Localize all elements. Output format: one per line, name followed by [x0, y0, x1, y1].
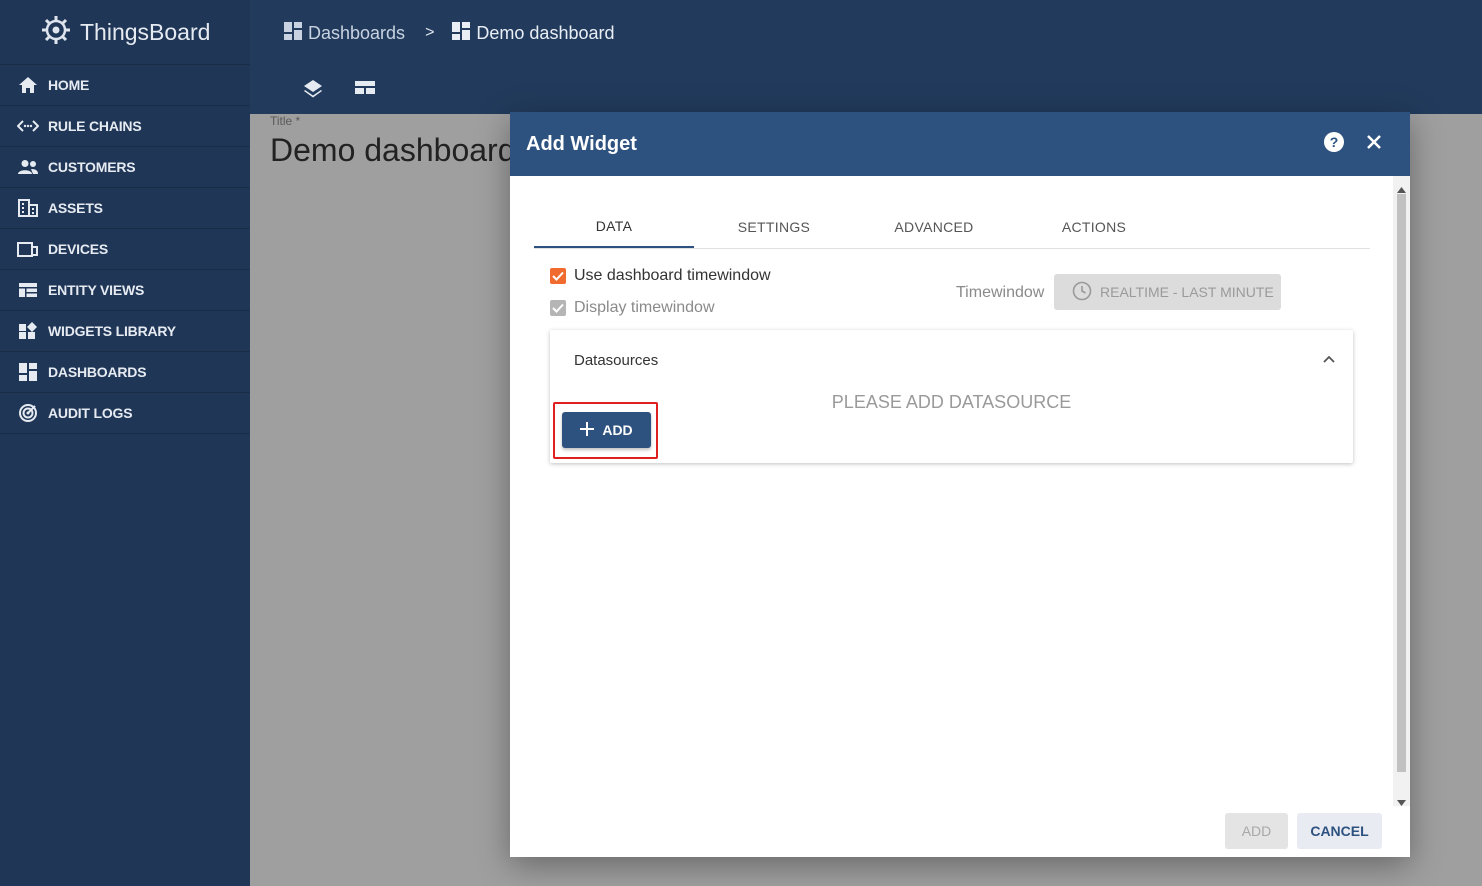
dashboards-icon [17, 361, 39, 383]
dialog-tabs: DATA SETTINGS ADVANCED ACTIONS [534, 206, 1370, 249]
datasources-title: Datasources [574, 352, 659, 369]
dialog-header: Add Widget ? [510, 112, 1410, 176]
display-timewindow-checkbox[interactable] [550, 300, 566, 316]
sidebar-item-label: AUDIT LOGS [48, 405, 133, 421]
plus-icon [580, 421, 595, 439]
use-dashboard-timewindow-label: Use dashboard timewindow [574, 267, 771, 284]
dialog-title: Add Widget [526, 132, 637, 155]
tab-actions[interactable]: ACTIONS [1014, 206, 1174, 248]
app-logo[interactable]: ThingsBoard [0, 0, 250, 65]
title-field-value[interactable]: Demo dashboard [270, 132, 515, 169]
dashboard-toolbar [302, 78, 376, 105]
entity-views-icon [17, 279, 39, 301]
layers-icon[interactable] [302, 78, 324, 105]
rule-chains-icon [17, 115, 39, 137]
close-icon [1366, 134, 1382, 155]
sidebar-item-label: DEVICES [48, 241, 109, 257]
timewindow-button[interactable]: REALTIME - LAST MINUTE [1054, 274, 1281, 310]
sidebar-item-label: ASSETS [48, 200, 103, 216]
tab-data[interactable]: DATA [534, 206, 694, 248]
dashboards-icon [284, 21, 302, 45]
breadcrumb-separator: > [425, 24, 435, 41]
sidebar-item-devices[interactable]: DEVICES [0, 229, 250, 270]
cancel-button[interactable]: CANCEL [1297, 813, 1382, 849]
sidebar-item-dashboards[interactable]: DASHBOARDS [0, 352, 250, 393]
chevron-up-icon [1323, 350, 1335, 367]
sidebar-item-rule-chains[interactable]: RULE CHAINS [0, 106, 250, 147]
home-icon [17, 74, 39, 96]
sidebar-item-label: HOME [48, 77, 90, 93]
sidebar-item-label: CUSTOMERS [48, 159, 136, 175]
datasources-panel: Datasources PLEASE ADD DATASOURCE ADD [550, 330, 1353, 463]
breadcrumb-label: Dashboards [308, 22, 406, 43]
sidebar-item-widgets-library[interactable]: WIDGETS LIBRARY [0, 311, 250, 352]
use-dashboard-timewindow-row[interactable]: Use dashboard timewindow [550, 267, 771, 285]
tab-advanced[interactable]: ADVANCED [854, 206, 1014, 248]
breadcrumb-dashboards[interactable]: Dashboards [284, 21, 406, 45]
clock-icon [1072, 281, 1092, 304]
title-field-label: Title * [270, 114, 301, 128]
scrollbar-thumb[interactable] [1397, 194, 1406, 772]
add-datasource-label: ADD [602, 422, 633, 438]
sidebar-item-label: RULE CHAINS [48, 118, 142, 134]
sidebar-item-label: DASHBOARDS [48, 364, 147, 380]
breadcrumb-demo-dashboard: Demo dashboard [452, 21, 615, 45]
display-timewindow-row[interactable]: Display timewindow [550, 299, 715, 317]
timewindow-value: REALTIME - LAST MINUTE [1100, 284, 1274, 300]
add-widget-button[interactable]: ADD [1225, 813, 1288, 849]
sidebar-item-label: ENTITY VIEWS [48, 282, 145, 298]
sidebar-item-audit-logs[interactable]: AUDIT LOGS [0, 393, 250, 434]
help-icon: ? [1323, 131, 1345, 158]
widgets-library-icon [17, 320, 39, 342]
scroll-down-arrow-icon[interactable] [1397, 793, 1406, 811]
thingsboard-logo-icon [38, 12, 74, 53]
top-bar: Dashboards > Demo dashboard [250, 0, 1482, 114]
sidebar-item-label: WIDGETS LIBRARY [48, 323, 176, 339]
breadcrumb-label: Demo dashboard [476, 22, 615, 43]
empty-datasource-text: PLEASE ADD DATASOURCE [831, 392, 1072, 412]
display-timewindow-label: Display timewindow [574, 299, 715, 316]
sidebar-item-customers[interactable]: CUSTOMERS [0, 147, 250, 188]
sidebar-item-entity-views[interactable]: ENTITY VIEWS [0, 270, 250, 311]
app-name: ThingsBoard [80, 18, 211, 45]
help-button[interactable]: ? [1314, 124, 1354, 164]
assets-icon [17, 197, 39, 219]
tab-settings[interactable]: SETTINGS [694, 206, 854, 248]
svg-text:?: ? [1330, 134, 1339, 150]
close-button[interactable] [1354, 124, 1394, 164]
sidebar-item-home[interactable]: HOME [0, 65, 250, 106]
layout-icon[interactable] [354, 78, 376, 105]
dashboards-icon [452, 21, 471, 45]
collapse-button[interactable] [1323, 350, 1335, 368]
sidebar: ThingsBoard HOME RULE CHAINS CUSTOMERS A… [0, 0, 250, 886]
devices-icon [17, 238, 39, 260]
timewindow-label: Timewindow [956, 284, 1045, 301]
empty-datasource-message: PLEASE ADD DATASOURCE [550, 392, 1353, 413]
add-widget-dialog: Add Widget ? DATA SETTINGS ADVANCED ACTI… [510, 112, 1410, 857]
audit-logs-icon [17, 402, 39, 424]
dialog-scrollbar[interactable] [1393, 176, 1410, 806]
customers-icon [17, 156, 39, 178]
add-datasource-button[interactable]: ADD [562, 412, 651, 448]
use-dashboard-timewindow-checkbox[interactable] [550, 268, 566, 284]
breadcrumb: Dashboards > Demo dashboard [284, 20, 615, 46]
sidebar-item-assets[interactable]: ASSETS [0, 188, 250, 229]
